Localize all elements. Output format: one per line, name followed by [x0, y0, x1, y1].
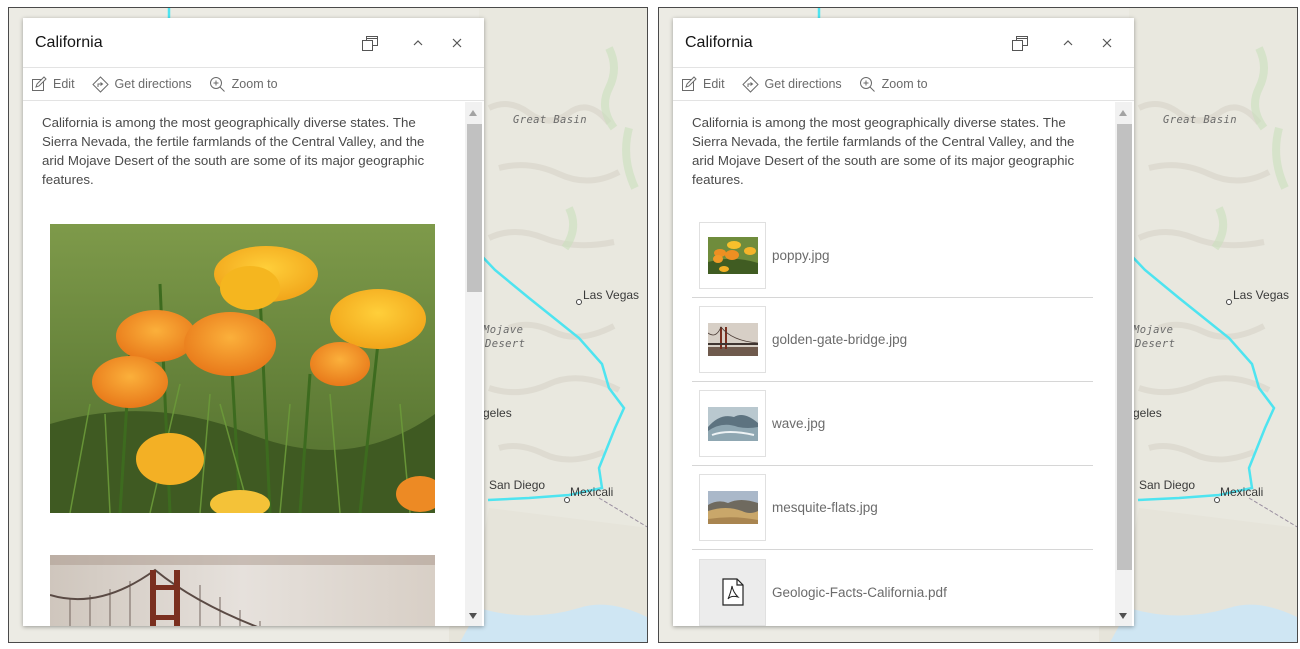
edit-action[interactable]: Edit — [31, 76, 75, 92]
scroll-thumb[interactable] — [1117, 124, 1132, 570]
zoom-to-icon — [859, 76, 875, 92]
attachment-name: Geologic-Facts-California.pdf — [772, 584, 947, 600]
map-view-left[interactable]: Great Basin Las Vegas Mojave Desert gele… — [8, 7, 648, 643]
attachment-name: wave.jpg — [772, 416, 826, 431]
desert-thumbnail — [707, 491, 758, 524]
edit-icon — [32, 76, 47, 91]
poppy-photo[interactable] — [50, 224, 435, 513]
attachment-item[interactable]: mesquite-flats.jpg — [692, 466, 1093, 550]
popup-header: California — [673, 18, 1134, 68]
poppy-thumbnail — [707, 237, 758, 274]
map-view-right[interactable]: Great Basin Las Vegas Mojave Desert gele… — [658, 7, 1298, 643]
wave-thumbnail — [707, 406, 758, 441]
attachment-name: golden-gate-bridge.jpg — [772, 332, 908, 347]
popup-scrollbar[interactable] — [465, 102, 482, 626]
get-directions-action[interactable]: Get directions — [91, 75, 192, 93]
map-label-las-vegas: Las Vegas — [1233, 288, 1290, 302]
map-label-great-basin: Great Basin — [1163, 114, 1237, 126]
feature-description: California is among the most geographica… — [692, 115, 1075, 187]
map-label-san-diego: San Diego — [1139, 478, 1196, 492]
close-icon — [1102, 38, 1112, 47]
collapse-button[interactable] — [1044, 25, 1092, 61]
popup-header: California — [23, 18, 484, 68]
zoom-to-icon — [209, 76, 225, 92]
popup-title: California — [35, 33, 103, 51]
attachments-list: poppy.jpg golden-gate-bridge.jpg wave.jp… — [692, 214, 1093, 626]
scroll-down-arrow-icon[interactable] — [469, 613, 477, 619]
attachment-thumbnail — [699, 474, 766, 541]
feature-popup: California Edit Get directions Zoom to C… — [23, 18, 484, 626]
directions-icon — [91, 75, 109, 93]
map-label-mojave: Mojave — [1133, 324, 1174, 336]
map-label-mojave: Mojave — [483, 324, 524, 336]
zoom-to-action[interactable]: Zoom to — [859, 76, 928, 93]
bridge-thumbnail — [707, 323, 758, 356]
attachment-thumbnail — [699, 222, 766, 289]
scroll-up-arrow-icon[interactable] — [469, 110, 477, 116]
popup-actions: Edit Get directions Zoom to — [23, 68, 484, 101]
attachment-item[interactable]: Geologic-Facts-California.pdf — [692, 550, 1093, 626]
golden-gate-bridge-photo[interactable] — [50, 555, 435, 626]
popup-title: California — [685, 33, 753, 51]
attachment-thumbnail — [699, 558, 766, 626]
map-label-los-angeles: geles — [483, 406, 512, 420]
map-label-desert: Desert — [1135, 338, 1176, 350]
popup-content: California is among the most geographica… — [23, 102, 463, 626]
edit-label: Edit — [53, 77, 75, 91]
scroll-thumb[interactable] — [467, 124, 482, 292]
close-button[interactable] — [442, 25, 472, 61]
dock-button[interactable] — [346, 25, 394, 61]
map-label-mexicali: Mexicali — [570, 485, 614, 499]
scroll-down-arrow-icon[interactable] — [1119, 613, 1127, 619]
chevron-up-icon — [1063, 39, 1073, 45]
poppy-image — [50, 224, 435, 513]
golden-gate-bridge-image — [50, 555, 435, 626]
dock-icon — [362, 35, 378, 51]
attachment-item[interactable]: golden-gate-bridge.jpg — [692, 298, 1093, 382]
directions-icon — [741, 75, 759, 93]
map-label-desert: Desert — [485, 338, 526, 350]
attachment-name: mesquite-flats.jpg — [772, 500, 878, 515]
get-directions-action[interactable]: Get directions — [741, 75, 842, 93]
get-directions-label: Get directions — [114, 77, 192, 91]
edit-icon — [682, 76, 697, 91]
attachment-name: poppy.jpg — [772, 248, 830, 263]
attachment-item[interactable]: poppy.jpg — [692, 214, 1093, 298]
feature-popup: California Edit Get directions Zoom to C… — [673, 18, 1134, 626]
popup-content: California is among the most geographica… — [673, 102, 1113, 626]
popup-scrollbar[interactable] — [1115, 102, 1132, 626]
map-label-mexicali: Mexicali — [1220, 485, 1264, 499]
zoom-to-action[interactable]: Zoom to — [209, 76, 278, 93]
popup-actions: Edit Get directions Zoom to — [673, 68, 1134, 101]
dock-icon — [1012, 35, 1028, 51]
close-button[interactable] — [1092, 25, 1122, 61]
dock-button[interactable] — [996, 25, 1044, 61]
map-label-las-vegas: Las Vegas — [583, 288, 640, 302]
attachment-thumbnail — [699, 390, 766, 457]
attachment-item[interactable]: wave.jpg — [692, 382, 1093, 466]
map-label-los-angeles: geles — [1133, 406, 1162, 420]
collapse-button[interactable] — [394, 25, 442, 61]
close-icon — [452, 38, 462, 47]
pdf-icon — [721, 578, 744, 606]
zoom-to-label: Zoom to — [231, 77, 278, 91]
scroll-up-arrow-icon[interactable] — [1119, 110, 1127, 116]
zoom-to-label: Zoom to — [881, 77, 928, 91]
attachment-thumbnail — [699, 306, 766, 373]
map-label-great-basin: Great Basin — [513, 114, 587, 126]
chevron-up-icon — [413, 39, 423, 45]
feature-description: California is among the most geographica… — [42, 115, 425, 187]
edit-label: Edit — [703, 77, 725, 91]
edit-action[interactable]: Edit — [681, 76, 725, 92]
get-directions-label: Get directions — [764, 77, 842, 91]
map-label-san-diego: San Diego — [489, 478, 546, 492]
